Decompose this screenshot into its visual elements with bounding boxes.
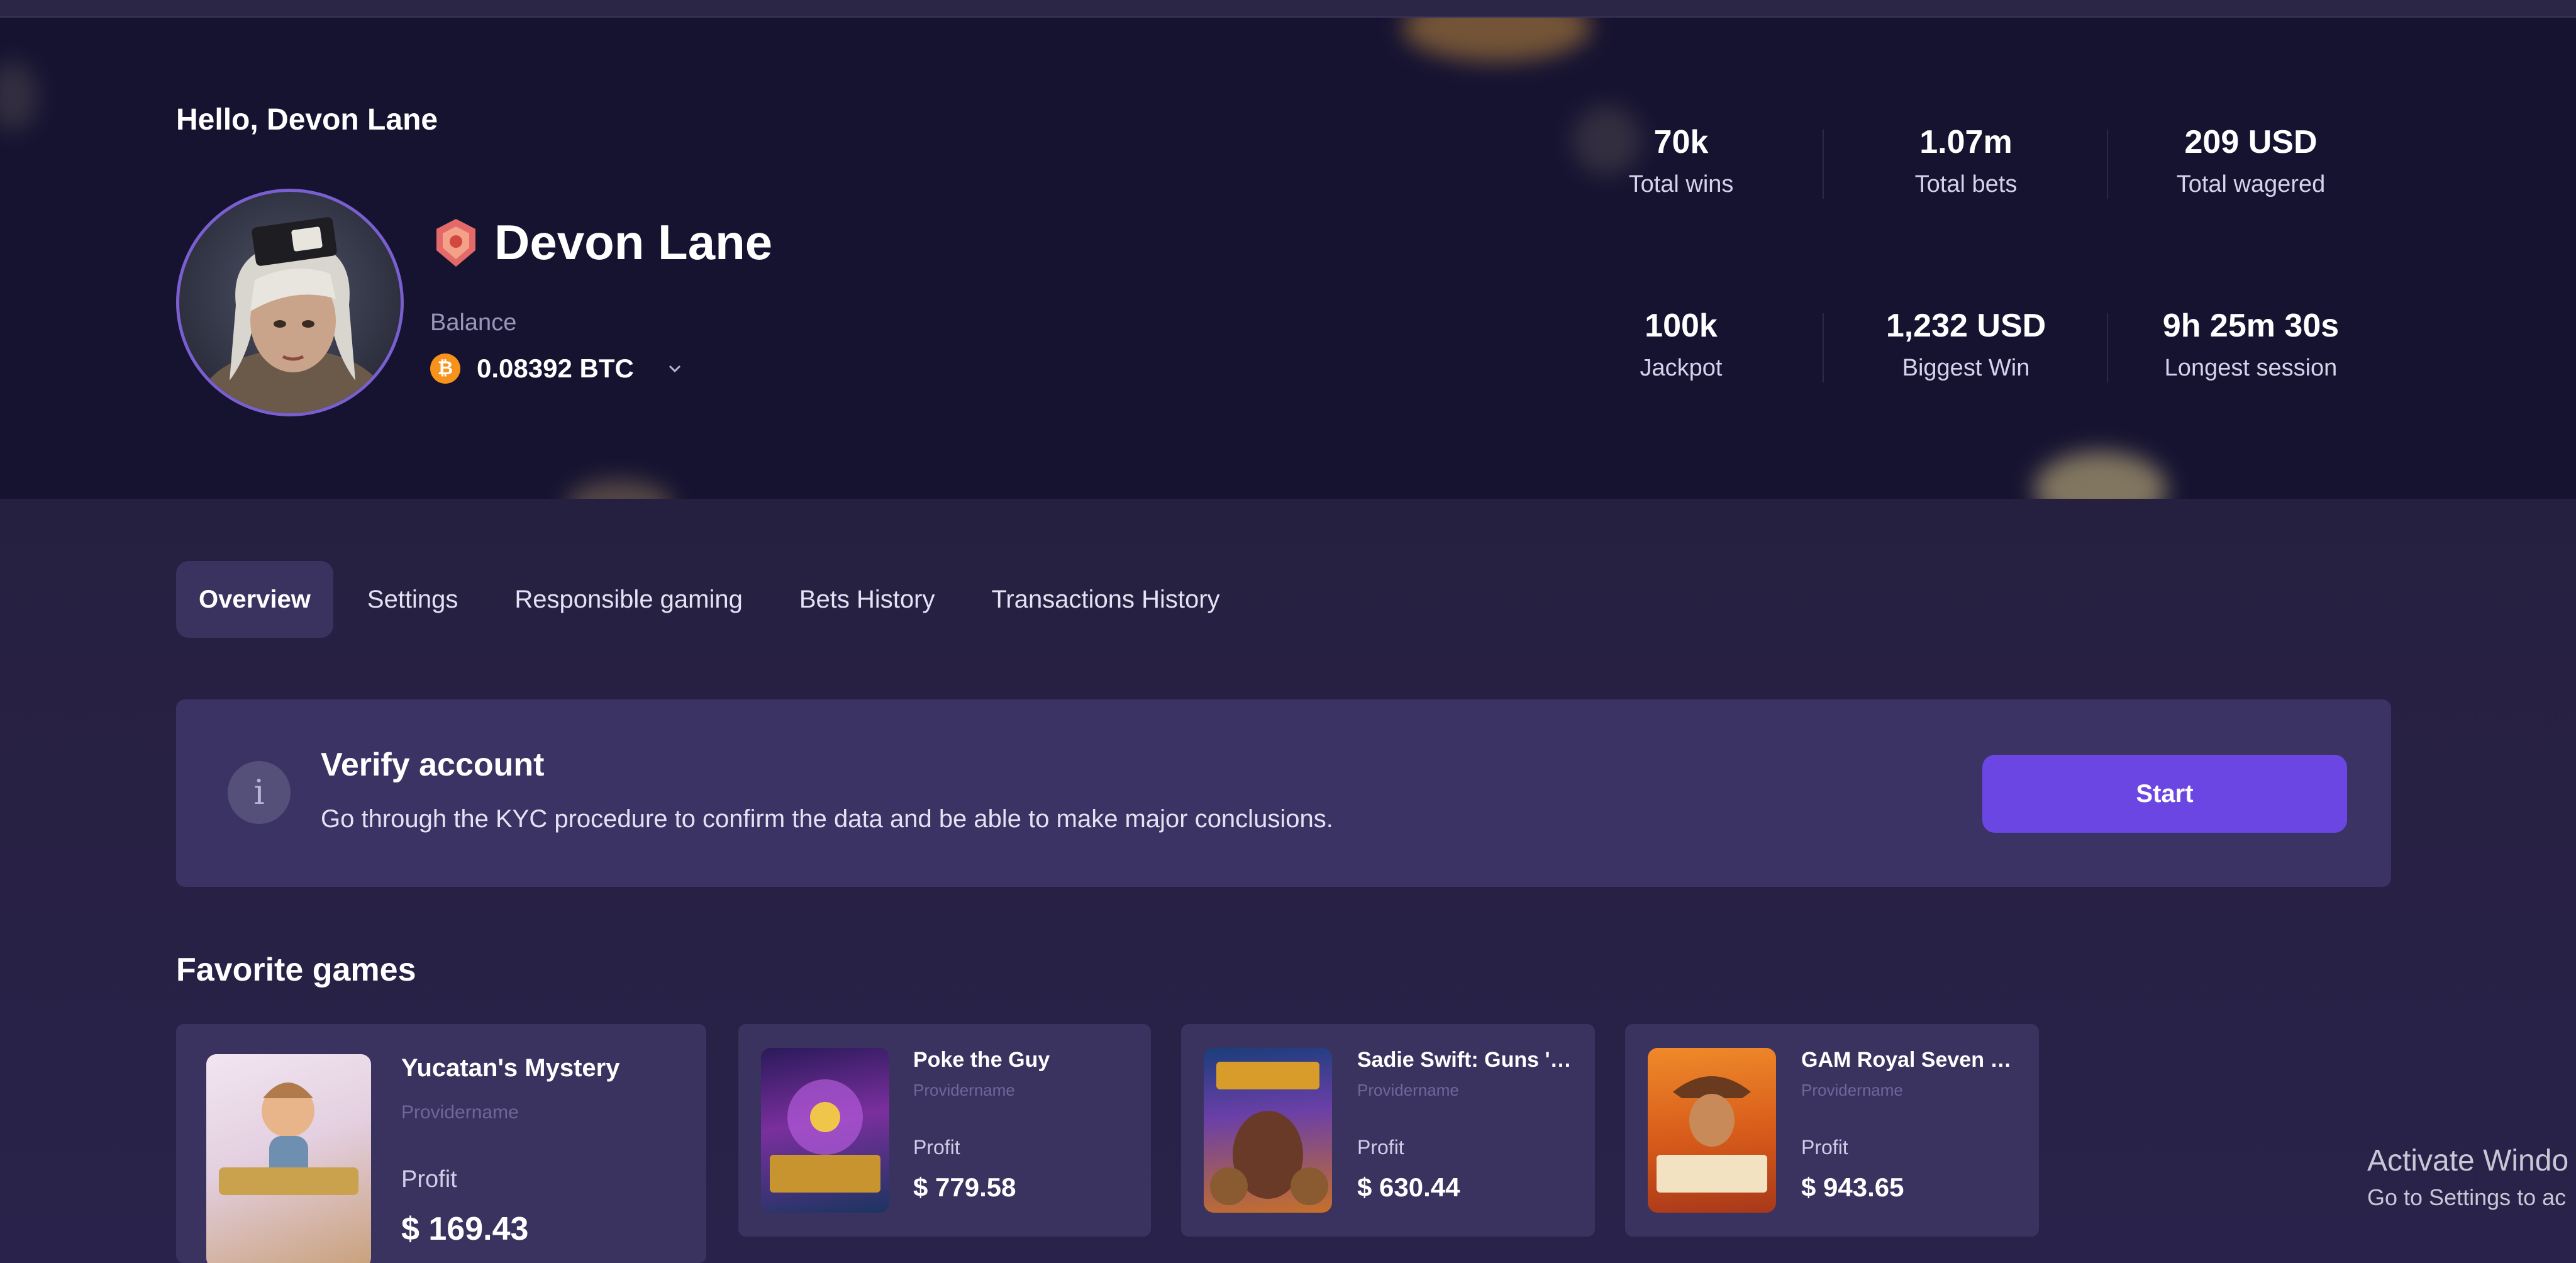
user-name-row: Devon Lane xyxy=(434,214,772,271)
avatar[interactable] xyxy=(176,189,404,416)
game-name: Yucatan's Mystery xyxy=(401,1054,620,1082)
profit-value: $ 169.43 xyxy=(401,1211,529,1247)
windows-activation-watermark: Activate Windo Go to Settings to ac xyxy=(2367,1143,2568,1211)
watermark-line-1: Activate Windo xyxy=(2367,1144,2569,1177)
game-provider: Providername xyxy=(1801,1081,1903,1099)
game-provider: Providername xyxy=(913,1081,1015,1099)
tab-overview[interactable]: Overview xyxy=(176,561,333,638)
decor-glow xyxy=(1402,18,1591,62)
game-thumbnail[interactable] xyxy=(206,1054,371,1263)
stat-label: Biggest Win xyxy=(1902,355,2030,381)
rank-badge-icon xyxy=(436,218,475,267)
greeting: Hello, Devon Lane xyxy=(176,103,438,136)
top-strip xyxy=(0,0,2576,18)
tab-bets-history[interactable]: Bets History xyxy=(777,561,958,638)
game-name: Poke the Guy xyxy=(913,1048,1050,1072)
decor-glow xyxy=(2035,452,2167,499)
game-art-icon xyxy=(1657,1076,1767,1193)
stat-divider xyxy=(2107,130,2108,199)
start-button[interactable]: Start xyxy=(1982,755,2347,833)
profile-tabs: Overview Settings Responsible gaming Bet… xyxy=(176,561,1254,638)
stat-label: Jackpot xyxy=(1640,355,1723,381)
favorite-games-title: Favorite games xyxy=(176,952,416,988)
game-art-icon xyxy=(219,1082,358,1195)
stat-biggest-win: 1,232 USD Biggest Win xyxy=(1846,307,2085,382)
watermark-line-2: Go to Settings to ac xyxy=(2367,1184,2567,1210)
profit-value: $ 779.58 xyxy=(913,1172,1016,1202)
tab-responsible-gaming[interactable]: Responsible gaming xyxy=(492,561,765,638)
decor-glow xyxy=(566,480,673,499)
stat-label: Total wagered xyxy=(2176,171,2326,198)
game-name: GAM Royal Seven XXL xyxy=(1801,1048,2021,1072)
game-provider: Providername xyxy=(401,1102,519,1123)
game-art-icon xyxy=(1210,1062,1328,1205)
stat-value: 1,232 USD xyxy=(1885,308,2046,344)
balance-label: Balance xyxy=(430,309,517,336)
stat-label: Total wins xyxy=(1628,171,1734,198)
game-thumbnail[interactable] xyxy=(1204,1048,1332,1213)
user-name: Devon Lane xyxy=(494,214,773,270)
profit-label: Profit xyxy=(913,1136,960,1159)
stat-longest-session: 9h 25m 30s Longest session xyxy=(2131,307,2370,382)
stat-total-bets: 1.07m Total bets xyxy=(1846,123,2085,198)
bitcoin-icon: ₿ xyxy=(430,353,460,384)
game-name: Sadie Swift: Guns 'n... xyxy=(1357,1048,1577,1072)
balance-value: 0.08392 BTC xyxy=(477,353,634,383)
stat-divider xyxy=(1823,313,1824,382)
profit-label: Profit xyxy=(1357,1136,1404,1159)
stat-value: 70k xyxy=(1653,124,1709,160)
game-thumbnail[interactable] xyxy=(1648,1048,1776,1213)
stat-value: 209 USD xyxy=(2184,124,2318,160)
chevron-down-icon[interactable] xyxy=(665,359,684,378)
stat-divider xyxy=(1823,130,1824,199)
game-provider: Providername xyxy=(1357,1081,1459,1099)
stat-value: 9h 25m 30s xyxy=(2162,308,2340,344)
verify-account-banner: i Verify account Go through the KYC proc… xyxy=(176,699,2391,887)
verify-description: Go through the KYC procedure to confirm … xyxy=(321,805,1333,833)
stat-label: Longest session xyxy=(2164,355,2338,381)
profit-label: Profit xyxy=(401,1166,457,1193)
game-card[interactable]: Yucatan's Mystery Providername Profit $ … xyxy=(176,1024,706,1263)
info-icon: i xyxy=(228,761,291,824)
game-card[interactable]: Sadie Swift: Guns 'n... Providername Pro… xyxy=(1181,1024,1595,1237)
balance-selector[interactable]: ₿ 0.08392 BTC xyxy=(430,353,684,384)
game-card[interactable]: GAM Royal Seven XXL Providername Profit … xyxy=(1625,1024,2039,1237)
verify-title: Verify account xyxy=(321,747,545,783)
game-thumbnail[interactable] xyxy=(761,1048,889,1213)
game-art-icon xyxy=(770,1079,880,1193)
stat-jackpot: 100k Jackpot xyxy=(1562,307,1801,382)
decor-glow xyxy=(0,62,38,131)
stat-value: 100k xyxy=(1645,308,1718,344)
stat-total-wagered: 209 USD Total wagered xyxy=(2131,123,2370,198)
profit-value: $ 943.65 xyxy=(1801,1172,1904,1202)
stat-value: 1.07m xyxy=(1919,124,2012,160)
stat-label: Total bets xyxy=(1914,171,2018,198)
stat-total-wins: 70k Total wins xyxy=(1562,123,1801,198)
game-card[interactable]: Poke the Guy Providername Profit $ 779.5… xyxy=(738,1024,1151,1237)
avatar-portrait-icon xyxy=(199,217,387,413)
profit-label: Profit xyxy=(1801,1136,1848,1159)
stat-divider xyxy=(2107,313,2108,382)
tab-transactions-history[interactable]: Transactions History xyxy=(969,561,1242,638)
profit-value: $ 630.44 xyxy=(1357,1172,1460,1202)
tab-settings[interactable]: Settings xyxy=(345,561,481,638)
